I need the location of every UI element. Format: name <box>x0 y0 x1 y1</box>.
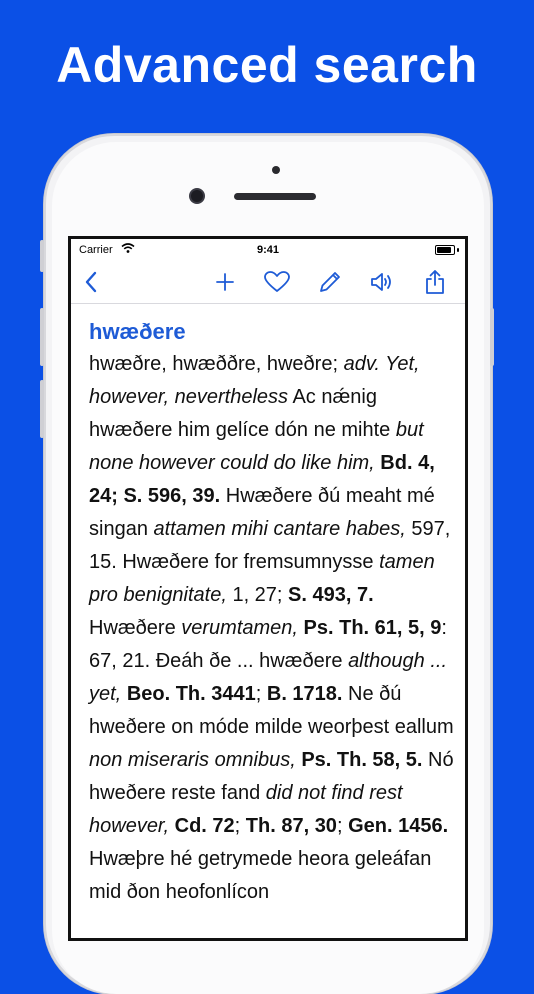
edit-button[interactable] <box>314 267 346 297</box>
definition-text: Hwæþre hé getrymede heora geleáfan mid ð… <box>89 848 432 903</box>
translation-text: verumtamen, <box>181 617 298 639</box>
definition-text: ; <box>255 683 267 705</box>
status-bar: Carrier 9:41 <box>71 239 465 261</box>
source-reference: S. 493, 7. <box>288 584 374 606</box>
status-time: 9:41 <box>256 244 280 256</box>
mute-switch <box>40 240 44 272</box>
heart-icon <box>264 271 290 292</box>
source-reference: Gen. 1456. <box>348 815 449 837</box>
add-button[interactable] <box>209 267 241 297</box>
translation-text: attamen mihi cantare habes, <box>153 518 406 540</box>
volume-down-button <box>40 380 44 438</box>
speaker-icon <box>371 273 391 291</box>
volume-up-button <box>40 308 44 366</box>
share-icon <box>426 270 444 294</box>
chevron-left-icon <box>85 271 97 293</box>
battery-tip <box>457 248 459 252</box>
translation-text: non miseraris omnibus, <box>89 749 296 771</box>
earpiece-speaker <box>234 193 316 200</box>
definition-text: ; <box>234 815 246 837</box>
power-button <box>490 308 494 366</box>
promo-headline: Advanced search <box>56 37 478 93</box>
source-reference: B. 1718. <box>266 683 343 705</box>
proximity-sensor <box>272 166 280 174</box>
plus-icon <box>216 273 234 291</box>
definition-text: Hwæðere <box>89 617 182 639</box>
favorite-button[interactable] <box>261 267 293 297</box>
definition-text: hwæðre, hwæððre, hweðre; <box>89 353 344 375</box>
source-reference: Ps. Th. 58, 5. <box>301 749 423 771</box>
definition-text: 1, 27; <box>226 584 289 606</box>
share-button[interactable] <box>419 267 451 297</box>
pronounce-button[interactable] <box>366 267 398 297</box>
battery-icon <box>435 245 455 255</box>
navigation-bar <box>71 261 465 304</box>
source-reference: Beo. Th. 3441 <box>126 683 256 705</box>
front-camera-icon <box>191 190 203 202</box>
back-button[interactable] <box>75 267 107 297</box>
pencil-icon <box>320 272 340 292</box>
source-reference: Ps. Th. 61, 5, 9 <box>303 617 442 639</box>
definition-text: ; <box>336 815 349 837</box>
source-reference: Th. 87, 30 <box>245 815 337 837</box>
entry-definition: hwæðre, hwæððre, hweðre; adv. Yet, howev… <box>89 348 455 909</box>
dictionary-entry: hwæðere hwæðre, hwæððre, hweðre; adv. Ye… <box>89 315 455 909</box>
source-reference: Cd. 72 <box>174 815 235 837</box>
app-screen: Carrier 9:41 hwæðere hwæðre, hwæððre, hw… <box>68 236 468 941</box>
entry-headword: hwæðere <box>89 319 186 344</box>
